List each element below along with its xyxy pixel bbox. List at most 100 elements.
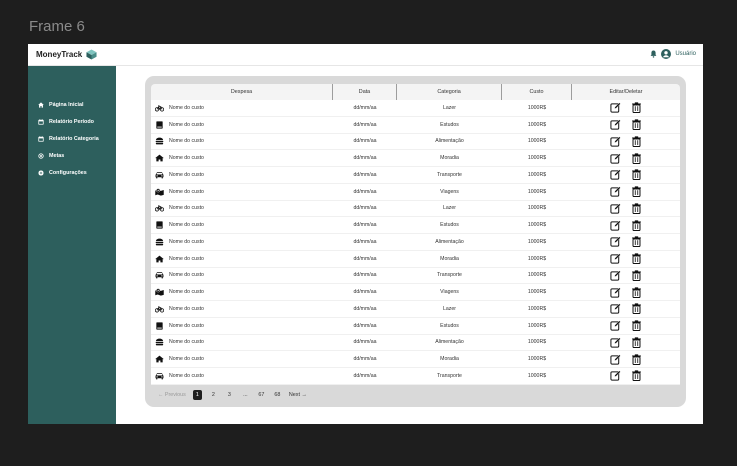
edit-icon[interactable] — [610, 102, 621, 113]
edit-icon[interactable] — [610, 169, 621, 180]
table-row[interactable]: Nome do custo dd/mm/aa Lazer 1000R$ — [151, 301, 680, 318]
table-row[interactable]: Nome do custo dd/mm/aa Transporte 1000R$ — [151, 368, 680, 385]
edit-icon[interactable] — [610, 320, 621, 331]
edit-icon[interactable] — [610, 186, 621, 197]
edit-icon[interactable] — [610, 236, 621, 247]
expense-name: Nome do custo — [169, 205, 204, 212]
date-cell: dd/mm/aa — [353, 238, 377, 245]
header-data[interactable]: Data — [333, 84, 397, 100]
expense-cell: Nome do custo — [151, 255, 333, 263]
table-row[interactable]: Nome do custo dd/mm/aa Alimentação 1000R$ — [151, 334, 680, 352]
table-row[interactable]: Nome do custo dd/mm/aa Viagens 1000R$ — [151, 183, 680, 201]
page-button-67[interactable]: 67 — [257, 390, 266, 400]
table-row[interactable]: Nome do custo dd/mm/aa Moradia 1000R$ — [151, 250, 680, 268]
category-cell: Transporte — [437, 272, 462, 279]
trash-icon[interactable] — [631, 102, 642, 114]
edit-icon[interactable] — [610, 220, 621, 231]
expense-name: Nome do custo — [169, 188, 204, 195]
user-circle-icon[interactable] — [661, 49, 672, 59]
table-header: Despesa Data Categoria Custo Editar/Dele… — [151, 84, 680, 100]
page-button-68[interactable]: 68 — [273, 390, 282, 400]
expense-cell: Nome do custo — [151, 372, 333, 380]
trash-icon[interactable] — [631, 152, 642, 164]
sidebar-item-pagina-inicial[interactable]: Página Inicial — [28, 96, 116, 113]
table-row[interactable]: Nome do custo dd/mm/aa Alimentação 1000R$ — [151, 133, 680, 151]
expense-name: Nome do custo — [169, 255, 204, 262]
trash-icon[interactable] — [631, 303, 642, 315]
trash-icon[interactable] — [631, 136, 642, 147]
table-row[interactable]: Nome do custo dd/mm/aa Viagens 1000R$ — [151, 284, 680, 301]
expense-cell: Nome do custo — [151, 171, 333, 179]
edit-icon[interactable] — [610, 287, 621, 298]
edit-icon[interactable] — [610, 337, 621, 348]
edit-icon[interactable] — [610, 119, 621, 130]
edit-icon[interactable] — [610, 354, 621, 365]
table-row[interactable]: Nome do custo dd/mm/aa Estudos 1000R$ — [151, 217, 680, 234]
trash-icon[interactable] — [631, 219, 642, 231]
category-cell: Alimentação — [435, 339, 464, 346]
expense-name: Nome do custo — [169, 222, 204, 229]
user-label[interactable]: Usuário — [675, 51, 696, 57]
table-row[interactable]: Nome do custo dd/mm/aa Moradia 1000R$ — [151, 351, 680, 368]
header-editar-deletar: Editar/Deletar — [609, 89, 643, 95]
trash-icon[interactable] — [631, 253, 642, 265]
edit-icon[interactable] — [610, 370, 621, 381]
trash-icon[interactable] — [631, 236, 642, 248]
header-despesa[interactable]: Despesa — [151, 84, 333, 100]
expense-name: Nome do custo — [169, 356, 204, 363]
edit-icon[interactable] — [610, 253, 621, 264]
date-cell: dd/mm/aa — [353, 272, 377, 279]
table-row[interactable]: Nome do custo dd/mm/aa Alimentação 1000R$ — [151, 234, 680, 251]
next-page-button[interactable]: Next → — [289, 390, 307, 400]
trash-icon[interactable] — [631, 203, 642, 214]
actions-cell — [572, 136, 680, 147]
trash-icon[interactable] — [631, 353, 642, 365]
expense-cell: Nome do custo — [151, 221, 333, 229]
actions-cell — [572, 203, 680, 214]
edit-icon[interactable] — [610, 153, 621, 164]
brand[interactable]: MoneyTrack — [36, 49, 97, 60]
edit-icon[interactable] — [610, 203, 621, 214]
brand-name: MoneyTrack — [36, 50, 83, 59]
actions-cell — [572, 270, 680, 281]
table-row[interactable]: Nome do custo dd/mm/aa Moradia 1000R$ — [151, 150, 680, 167]
expense-cell: Nome do custo — [151, 238, 333, 246]
page-button-3[interactable]: 3 — [225, 390, 234, 400]
sidebar-item-configuracoes[interactable]: Configurações — [28, 164, 116, 181]
table-row[interactable]: Nome do custo dd/mm/aa Estudos 1000R$ — [151, 116, 680, 134]
trash-icon[interactable] — [631, 337, 642, 348]
table-row[interactable]: Nome do custo dd/mm/aa Transporte 1000R$ — [151, 167, 680, 184]
previous-page-button[interactable]: ← Previous — [158, 390, 186, 400]
sidebar-item-relatorio-periodo[interactable]: Relatório Período — [28, 113, 116, 130]
trash-icon[interactable] — [631, 286, 642, 298]
edit-icon[interactable] — [610, 303, 621, 314]
table-row[interactable]: Nome do custo dd/mm/aa Lazer 1000R$ — [151, 100, 680, 117]
edit-icon[interactable] — [610, 270, 621, 281]
table-row[interactable]: Nome do custo dd/mm/aa Estudos 1000R$ — [151, 317, 680, 335]
book-icon — [155, 121, 164, 129]
table-row[interactable]: Nome do custo dd/mm/aa Lazer 1000R$ — [151, 200, 680, 218]
trash-icon[interactable] — [631, 186, 642, 198]
sidebar-item-label: Relatório Período — [49, 118, 94, 125]
sidebar-item-relatorio-categoria[interactable]: Relatório Categoria — [28, 130, 116, 147]
trash-icon[interactable] — [631, 320, 642, 332]
sidebar-item-label: Relatório Categoria — [49, 135, 99, 142]
page-button-1[interactable]: 1 — [192, 390, 202, 400]
page-button-2[interactable]: 2 — [209, 390, 218, 400]
actions-cell — [572, 169, 680, 181]
trash-icon[interactable] — [631, 370, 642, 382]
edit-icon[interactable] — [610, 136, 621, 147]
expense-cell: Nome do custo — [151, 305, 333, 313]
cost-cell: 1000R$ — [527, 255, 547, 262]
header-custo[interactable]: Custo — [502, 84, 572, 100]
trash-icon[interactable] — [631, 270, 642, 281]
sidebar-item-label: Página Inicial — [49, 101, 84, 108]
sidebar-item-metas[interactable]: Metas — [28, 147, 116, 164]
app-window: MoneyTrack Usuário Página Inicial Relató… — [28, 44, 703, 424]
header-categoria[interactable]: Categoria — [397, 84, 502, 100]
table-row[interactable]: Nome do custo dd/mm/aa Transporte 1000R$ — [151, 267, 680, 285]
car-icon — [155, 271, 164, 279]
bell-icon[interactable] — [650, 50, 657, 58]
trash-icon[interactable] — [631, 169, 642, 181]
trash-icon[interactable] — [631, 119, 642, 131]
